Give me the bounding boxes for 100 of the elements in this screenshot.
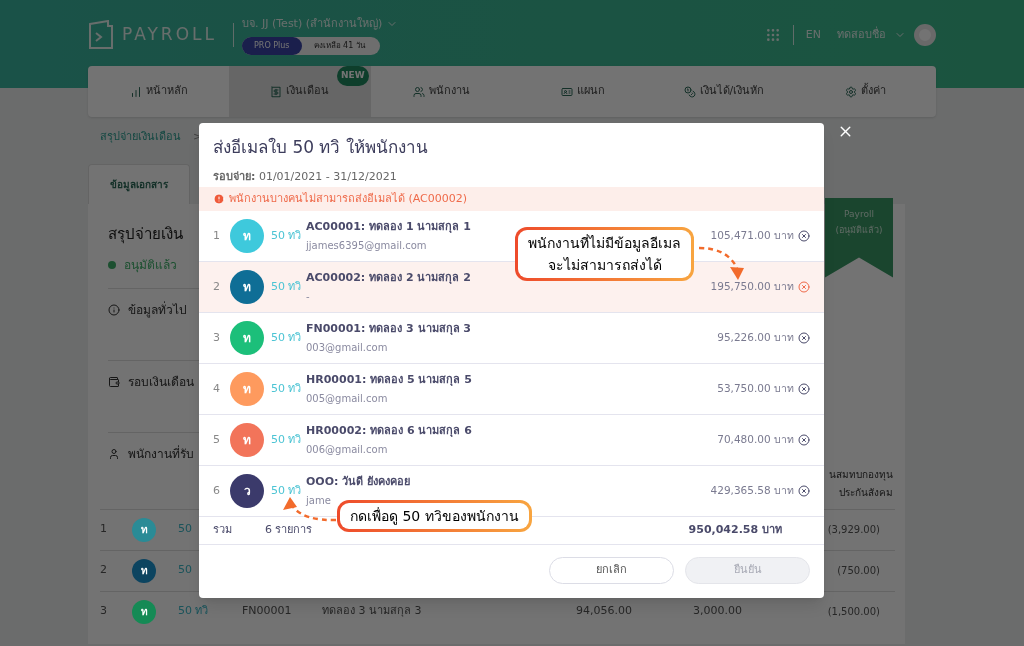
row-number: 3 <box>213 329 221 346</box>
row-number: 2 <box>100 562 108 579</box>
avatar: ท <box>230 219 264 253</box>
new-badge: NEW <box>337 66 369 86</box>
employee-email: jjames6395@gmail.com <box>306 239 428 254</box>
language-label[interactable]: EN <box>805 26 821 44</box>
gear-icon <box>844 85 857 98</box>
tax-form-link[interactable]: 50 ทวิ <box>271 431 306 449</box>
column-header: นสมทบกองทุน <box>829 467 893 483</box>
amount: 53,750.00 บาท <box>717 381 794 397</box>
total-label: รวม <box>213 522 233 539</box>
section-heading: ข้อมูลทั่วไป <box>128 300 187 319</box>
section-heading: พนักงานที่รับ <box>128 444 194 463</box>
logo-text: PAYROLL <box>122 23 217 47</box>
row-number: 3 <box>100 603 108 620</box>
nav-tab[interactable]: ตั้งค่า <box>794 66 936 117</box>
nav-label: แผนก <box>576 83 605 100</box>
status-ribbon: Payroll (อนุมัติแล้ว) <box>825 197 893 278</box>
remaining-days: คงเหลือ 41 วัน <box>301 39 365 52</box>
employee-email: 003@gmail.com <box>306 341 389 356</box>
remove-icon[interactable] <box>798 485 810 497</box>
id-card-icon <box>560 85 573 98</box>
employee-name: OOO: วันดี ยังคงคอย <box>306 473 411 490</box>
amount: 429,365.58 บาท <box>710 483 794 499</box>
person-icon <box>108 447 120 460</box>
row-number: 1 <box>213 227 221 244</box>
employee-name: HR00001: ทดลอง 5 นามสกุล 5 <box>306 371 472 388</box>
avatar: ท <box>230 372 264 406</box>
dialog-button[interactable]: ยกเลิก <box>549 557 674 584</box>
amount: 195,750.00 บาท <box>710 279 794 295</box>
plan-label: PRO Plus <box>242 36 302 55</box>
column-header: ประกันสังคม <box>839 485 893 500</box>
avatar: ท <box>132 517 156 542</box>
nav-tab[interactable]: เงินเดือน NEW <box>229 66 371 117</box>
row-number: 1 <box>100 521 108 538</box>
nav-label: พนักงาน <box>428 83 470 100</box>
alert-icon <box>213 193 225 205</box>
avatar: ท <box>132 558 156 583</box>
avatar: ท <box>230 321 264 355</box>
tax-form-link[interactable]: 50 ทวิ <box>271 227 306 245</box>
amount-cell-text: 94,056.00 <box>575 603 632 620</box>
nav-tab[interactable]: แผนก <box>512 66 654 117</box>
employee-name: HR00002: ทดลอง 6 นามสกุล 6 <box>306 422 472 439</box>
nav-label: ตั้งค่า <box>860 83 886 100</box>
user-name[interactable]: ทดสอบชื่อ <box>837 26 886 44</box>
employee-name: FN00001: ทดลอง 3 นามสกุล 3 <box>306 320 471 337</box>
employee-email: - <box>306 290 311 305</box>
avatar: ท <box>230 270 264 304</box>
nav-tab[interactable]: พนักงาน <box>370 66 512 117</box>
avatar: ท <box>132 599 156 624</box>
avatar: ท <box>230 423 264 457</box>
tax-form-link[interactable]: 50 ทวิ <box>271 329 306 347</box>
dialog-title: ส่งอีเมลใบ 50 ทวิ ให้พนักงาน <box>213 136 429 159</box>
section-heading: รอบเงินเดือน <box>128 373 194 391</box>
wallet-icon <box>108 375 120 388</box>
tax-form-link[interactable]: 50 ทวิ <box>271 380 306 398</box>
amount-cell-text: (750.00) <box>837 564 880 578</box>
row-number: 4 <box>213 380 221 397</box>
users-icon <box>412 85 425 98</box>
amount-cell-text: (1,500.00) <box>827 605 880 619</box>
nav-tab[interactable]: เงินได้/เงินหัก <box>653 66 795 117</box>
tax-form-link[interactable]: 50 ทวิ <box>178 603 242 620</box>
company-name[interactable]: บจ. JJ (Test) (สำนักงานใหญ่) <box>242 16 383 33</box>
status-label: อนุมัติแล้ว <box>124 256 177 274</box>
remove-icon[interactable] <box>798 230 810 242</box>
amount: 105,471.00 บาท <box>710 228 794 244</box>
row-number: 5 <box>213 431 221 448</box>
total-amount: 950,042.58 บาท <box>688 522 782 539</box>
employee-email: 005@gmail.com <box>306 392 389 407</box>
employee-email: jame <box>306 494 332 509</box>
tax-form-link[interactable]: 50 ทวิ <box>271 278 306 296</box>
row-number: 6 <box>213 482 221 499</box>
nav-label: เงินได้/เงินหัก <box>699 83 765 100</box>
amount-cell-text: (3,929.00) <box>827 523 880 537</box>
tax-form-link[interactable]: 50 ทวิ <box>271 482 306 500</box>
total-count: 6 รายการ <box>265 522 313 539</box>
pay-period: รอบจ่าย: 01/01/2021 - 31/12/2021 <box>213 168 398 185</box>
avatar: ว <box>230 474 264 508</box>
info-icon <box>108 303 120 316</box>
remove-icon[interactable] <box>798 383 810 395</box>
coins-icon <box>683 85 696 98</box>
amount: 70,480.00 บาท <box>717 432 794 448</box>
bar-chart-icon <box>129 85 142 98</box>
amount-cell-text: 3,000.00 <box>692 603 742 620</box>
employee-code: FN00001 <box>242 603 293 620</box>
row-number: 2 <box>213 278 221 295</box>
employee-name: AC00002: ทดลอง 2 นามสกุล 2 <box>306 269 471 286</box>
remove-icon[interactable] <box>798 332 810 344</box>
summary-title: สรุปจ่ายเงิน <box>108 223 183 246</box>
employee-name: AC00001: ทดลอง 1 นามสกุล 1 <box>306 218 471 235</box>
employee-name: ทดลอง 3 นามสกุล 3 <box>322 603 423 620</box>
page-tab[interactable]: ข้อมูลเอกสาร <box>88 163 190 204</box>
remove-icon[interactable] <box>798 434 810 446</box>
employee-email: 006@gmail.com <box>306 443 389 458</box>
breadcrumb-link[interactable]: สรุปจ่ายเงินเดือน <box>100 129 181 146</box>
nav-tab[interactable]: หน้าหลัก <box>88 66 230 117</box>
warning-text: พนักงานบางคนไม่สามารถส่งอีเมลได้ (AC00002) <box>229 190 468 207</box>
nav-label: เงินเดือน <box>286 83 330 100</box>
receipt-icon <box>270 85 283 98</box>
nav-label: หน้าหลัก <box>145 83 188 100</box>
